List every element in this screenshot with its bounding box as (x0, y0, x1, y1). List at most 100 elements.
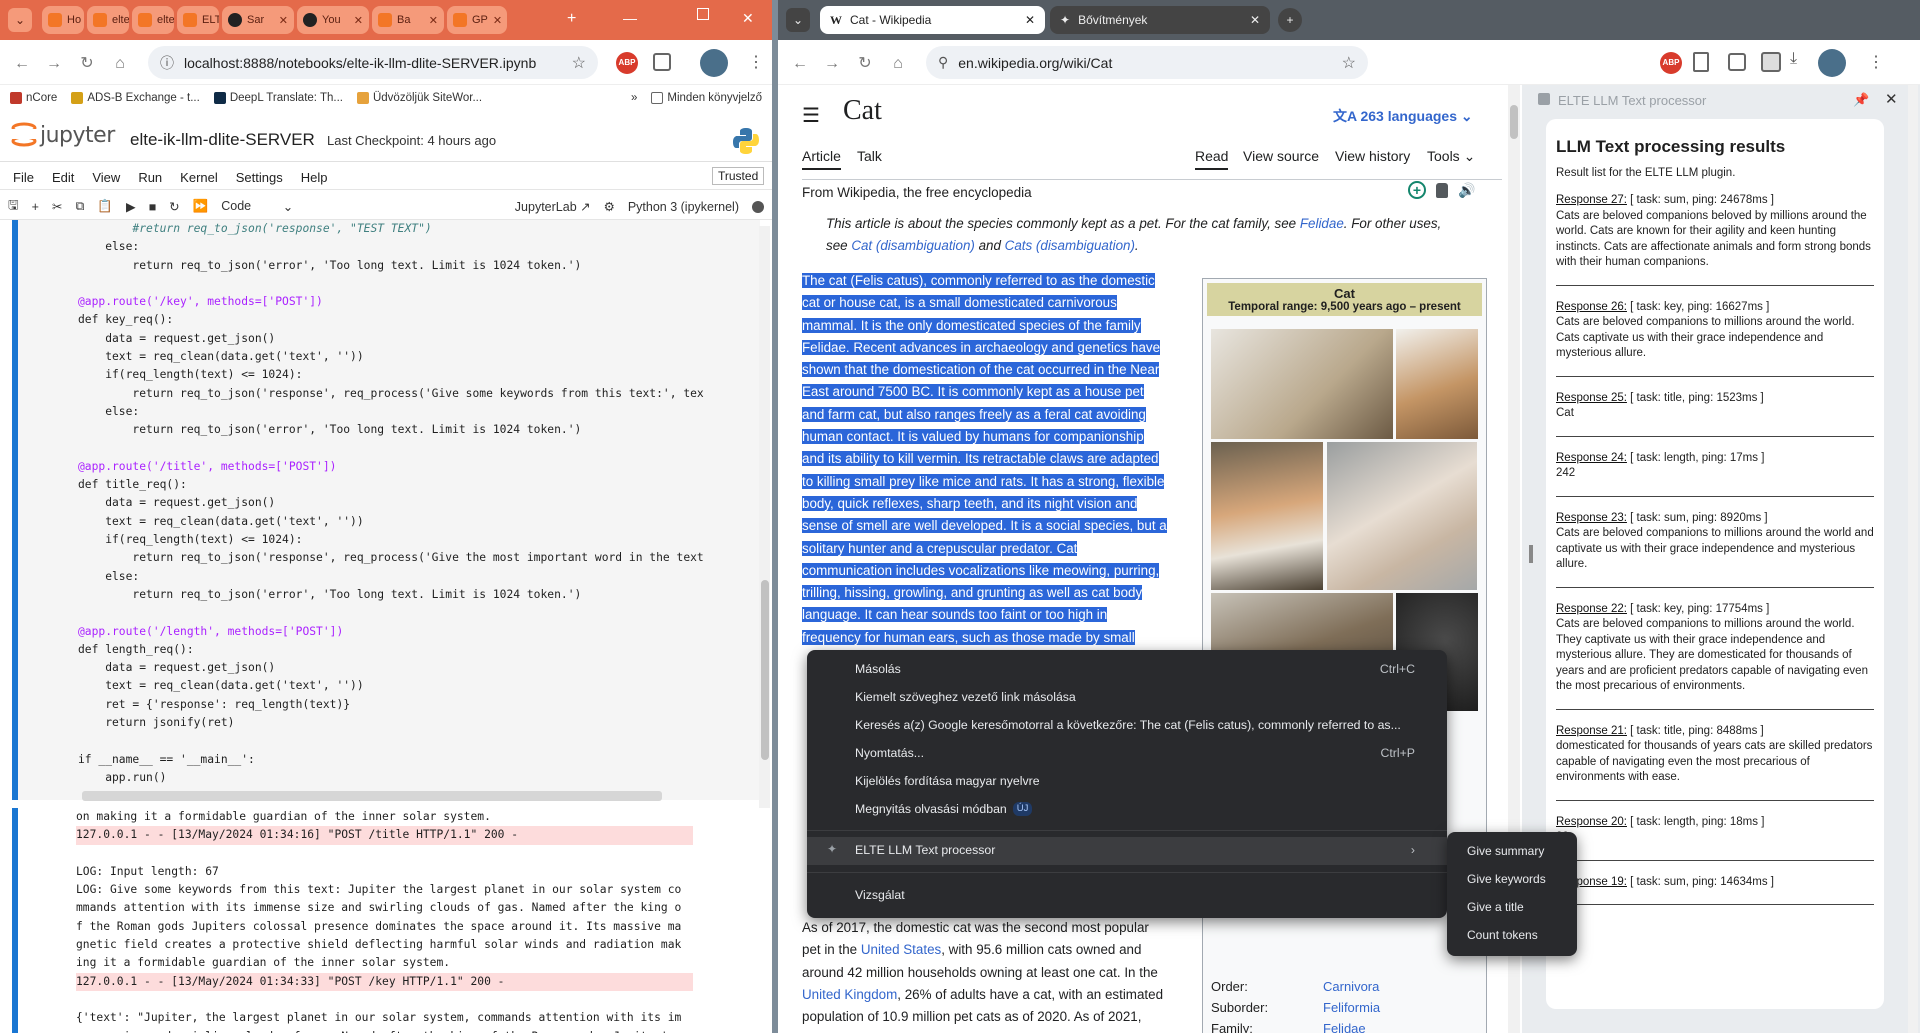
tab-cat-wikipedia[interactable]: W Cat - Wikipedia ✕ (820, 6, 1045, 34)
response-label[interactable]: Response 20: (1556, 816, 1627, 828)
browser-tab[interactable]: elte (87, 6, 129, 34)
kernel-name[interactable]: Python 3 (ipykernel) (628, 200, 739, 214)
browser-tab[interactable]: ELTE (177, 6, 219, 34)
address-bar[interactable]: ⚲ en.wikipedia.org/wiki/Cat ☆ (926, 46, 1368, 79)
home-icon[interactable]: ⌂ (108, 52, 132, 76)
adblock-icon[interactable]: ABP (1660, 52, 1682, 74)
panel-resize-handle[interactable] (1529, 545, 1533, 563)
menu-run[interactable]: Run (138, 170, 162, 185)
profile-avatar[interactable] (1818, 49, 1846, 77)
taxonomy-link[interactable]: Carnivora (1323, 979, 1379, 1000)
response-label[interactable]: Response 27: (1556, 194, 1627, 206)
menu-settings[interactable]: Settings (236, 170, 283, 185)
menu-kebab-icon[interactable]: ⋮ (748, 52, 764, 72)
bookmark-deepl[interactable]: DeepL Translate: Th... (213, 92, 343, 104)
download-icon[interactable]: ⤓ (1790, 50, 1797, 68)
settings-gear-icon[interactable]: ⚙ (604, 199, 615, 214)
address-bar[interactable]: ⓘ localhost:8888/notebooks/elte-ik-llm-d… (148, 46, 598, 79)
menu-item-search-google[interactable]: Keresés a(z) Google keresőmotorral a köv… (855, 718, 1415, 732)
bookmark-adsb[interactable]: ADS-B Exchange - t... (71, 92, 200, 104)
forward-icon[interactable]: → (42, 52, 66, 76)
pin-icon[interactable]: 📌 (1853, 92, 1869, 108)
response-label[interactable]: Response 21: (1556, 725, 1627, 737)
submenu-give-title[interactable]: Give a title (1467, 900, 1524, 914)
bookmark-star-icon[interactable]: ☆ (1342, 53, 1356, 73)
forward-icon[interactable]: → (820, 52, 844, 76)
close-tab-icon[interactable]: ✕ (354, 14, 363, 27)
new-tab-button[interactable]: + (1278, 8, 1302, 32)
menu-edit[interactable]: Edit (52, 170, 74, 185)
browser-tab[interactable]: Ba ✕ (372, 6, 444, 34)
tab-search-button[interactable]: ⌄ (786, 8, 810, 32)
close-tab-icon[interactable]: ✕ (1250, 13, 1260, 27)
close-window-icon[interactable]: ✕ (742, 10, 754, 27)
restart-icon[interactable]: ↻ (169, 199, 179, 214)
link-felidae[interactable]: Felidae (1300, 216, 1344, 231)
wiki-link[interactable]: United Kingdom (802, 987, 897, 1002)
insert-cell-icon[interactable]: + (32, 200, 39, 214)
response-label[interactable]: Response 26: (1556, 301, 1627, 313)
tab-article[interactable]: Article (802, 148, 841, 170)
back-icon[interactable]: ← (10, 52, 34, 76)
side-panel-icon[interactable] (1761, 52, 1781, 72)
cat-photo-abyssinian[interactable] (1396, 329, 1478, 439)
menu-help[interactable]: Help (301, 170, 328, 185)
code-editor[interactable]: #return req_to_json('response', "TEST TE… (18, 220, 760, 787)
cat-photo-orange-white[interactable] (1211, 442, 1323, 590)
browser-tab[interactable]: GP ✕ (447, 6, 507, 34)
site-info-icon[interactable]: ⚲ (938, 54, 948, 71)
close-tab-icon[interactable]: ✕ (429, 14, 438, 27)
extensions-icon[interactable] (653, 53, 671, 71)
menu-item-print[interactable]: Nyomtatás... Ctrl+P (855, 746, 1415, 760)
cat-photo-siamese[interactable] (1327, 442, 1477, 590)
response-label[interactable]: Response 22: (1556, 603, 1627, 615)
menu-item-copy[interactable]: Másolás Ctrl+C (855, 662, 1415, 676)
bookmark-ncore[interactable]: nCore (10, 92, 57, 104)
menu-item-translate[interactable]: Kijelölés fordítása magyar nyelvre (855, 774, 1415, 788)
close-tab-icon[interactable]: ✕ (493, 14, 502, 27)
menu-view[interactable]: View (92, 170, 120, 185)
tab-extensions[interactable]: ✦ Bővítmények ✕ (1050, 6, 1270, 34)
reader-icon[interactable] (1693, 52, 1709, 72)
bookmark-siteworks[interactable]: Üdvözöljük SiteWor... (356, 92, 482, 104)
maximize-icon[interactable] (697, 8, 709, 20)
menu-item-elte-llm-plugin[interactable]: ELTE LLM Text processor › (855, 843, 1415, 857)
menu-kernel[interactable]: Kernel (180, 170, 218, 185)
adblock-icon[interactable]: ABP (616, 52, 638, 74)
site-info-icon[interactable]: ⓘ (160, 53, 174, 73)
save-icon[interactable]: 🖫 (8, 196, 19, 217)
tab-read[interactable]: Read (1195, 148, 1229, 170)
close-tab-icon[interactable]: ✕ (1025, 13, 1035, 27)
panel-scrollbar[interactable] (1908, 85, 1918, 1033)
menu-item-copy-link-to-highlight[interactable]: Kiemelt szöveghez vezető link másolása (855, 690, 1415, 704)
languages-button[interactable]: 文A 263 languages ⌄ (1333, 106, 1473, 126)
browser-tab[interactable]: Sar ✕ (222, 6, 294, 34)
cell-type-select[interactable]: Code ⌄ (221, 199, 293, 214)
cut-icon[interactable]: ✂ (52, 199, 62, 214)
menu-item-inspect[interactable]: Vizsgálat (855, 888, 1415, 902)
listen-icon[interactable]: 🔊 (1458, 182, 1475, 199)
menu-item-reading-mode[interactable]: Megnyitás olvasási módban ÚJ (855, 802, 1415, 816)
cat-photo-lying[interactable] (1211, 329, 1393, 439)
link-cats-disambiguation[interactable]: Cats (disambiguation) (1005, 238, 1135, 253)
tab-view-source[interactable]: View source (1243, 148, 1319, 164)
profile-avatar[interactable] (700, 49, 728, 77)
submenu-give-summary[interactable]: Give summary (1467, 844, 1544, 858)
taxonomy-link[interactable]: Feliformia (1323, 1000, 1380, 1021)
jupyterlab-link[interactable]: JupyterLab ↗ (515, 199, 591, 214)
notebook-name[interactable]: elte-ik-llm-dlite-SERVER (130, 130, 315, 150)
code-horizontal-scrollbar[interactable] (82, 791, 662, 801)
tab-search-button[interactable]: ⌄ (8, 8, 32, 32)
response-label[interactable]: Response 24: (1556, 452, 1627, 464)
submenu-give-keywords[interactable]: Give keywords (1467, 872, 1546, 886)
copy-icon[interactable]: ⧉ (75, 199, 84, 214)
paste-icon[interactable]: 📋 (97, 199, 113, 214)
add-icon[interactable]: + (1408, 181, 1426, 199)
reload-icon[interactable]: ↻ (75, 52, 99, 76)
tab-talk[interactable]: Talk (857, 148, 882, 164)
browser-tab[interactable]: Ho (42, 6, 84, 34)
scrollbar-thumb[interactable] (761, 580, 769, 760)
response-label[interactable]: Response 25: (1556, 392, 1627, 404)
run-icon[interactable]: ▶ (126, 199, 136, 214)
extensions-icon[interactable] (1728, 53, 1746, 71)
